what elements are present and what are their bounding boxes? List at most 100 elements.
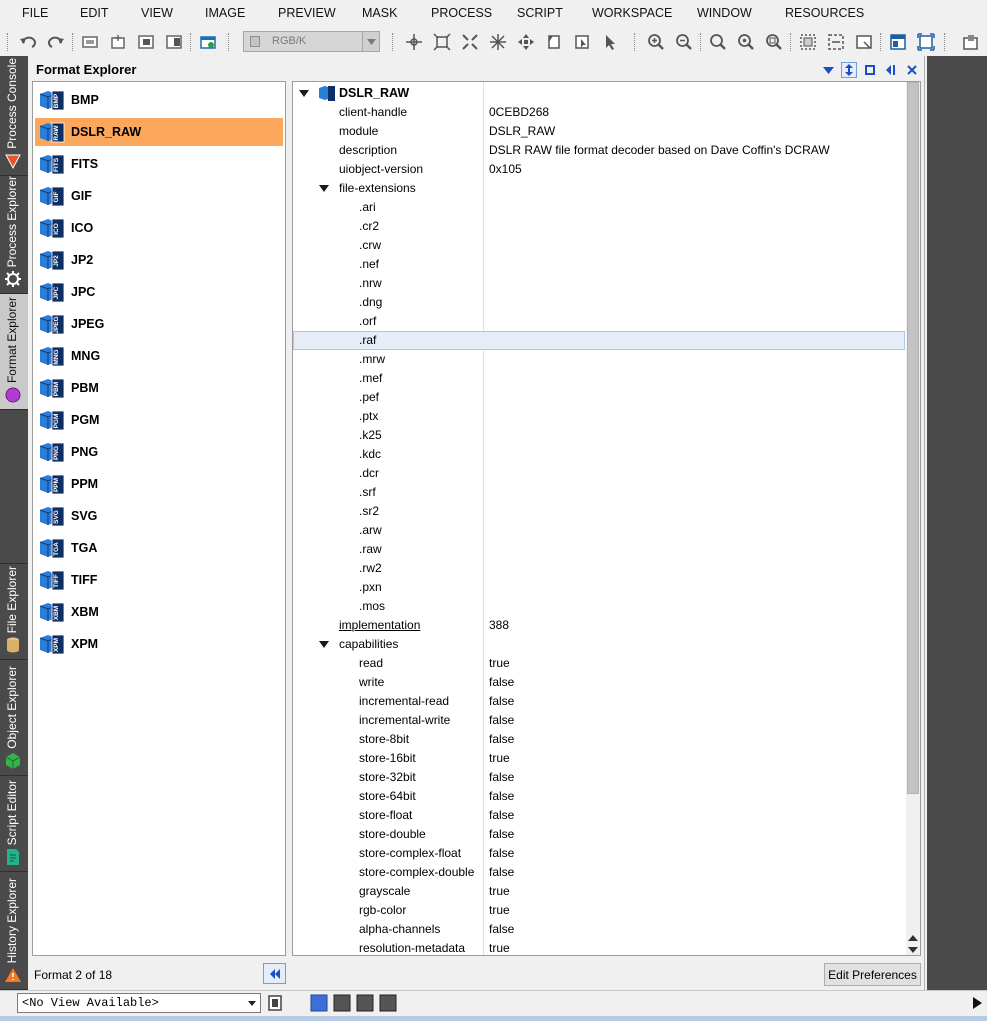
capability-row[interactable]: store-64bit false xyxy=(293,787,905,806)
new-window-icon[interactable] xyxy=(198,32,218,52)
shrink-view-icon[interactable] xyxy=(460,32,480,52)
capability-row[interactable]: rgb-color true xyxy=(293,901,905,920)
scroll-down-icon[interactable] xyxy=(908,947,918,953)
extension-row[interactable]: .dng xyxy=(293,293,905,312)
format-item[interactable]: JPEG JPEG xyxy=(35,310,283,338)
fit-view-icon[interactable] xyxy=(432,32,452,52)
capability-row[interactable]: alpha-channels false xyxy=(293,920,905,939)
image-paste-icon[interactable] xyxy=(164,32,184,52)
menu-preview[interactable]: PREVIEW xyxy=(278,6,336,20)
extension-row[interactable]: .dcr xyxy=(293,464,905,483)
format-item[interactable]: MNG MNG xyxy=(35,342,283,370)
extension-row[interactable]: .mrw xyxy=(293,350,905,369)
zoom-region-icon[interactable] xyxy=(764,32,784,52)
tab-script-editor[interactable]: Script Editor xyxy=(0,776,28,872)
extension-row[interactable]: .ptx xyxy=(293,407,905,426)
redo-icon[interactable] xyxy=(46,32,66,52)
window-layout-icon[interactable] xyxy=(888,32,908,52)
zoom-in-icon[interactable] xyxy=(646,32,666,52)
extension-row[interactable]: .raw xyxy=(293,540,905,559)
move-icon[interactable] xyxy=(516,32,536,52)
tab-file-explorer[interactable]: File Explorer xyxy=(0,564,28,660)
expand-arrow-icon[interactable] xyxy=(299,90,309,97)
maximize-window-icon[interactable] xyxy=(916,32,936,52)
menu-script[interactable]: SCRIPT xyxy=(517,6,563,20)
extension-row[interactable]: .kdc xyxy=(293,445,905,464)
tab-format-explorer[interactable]: Format Explorer xyxy=(0,294,28,410)
extension-row[interactable]: .nef xyxy=(293,255,905,274)
format-item[interactable]: TGA TGA xyxy=(35,534,283,562)
format-item[interactable]: PBM PBM xyxy=(35,374,283,402)
tree-group-row[interactable]: capabilities xyxy=(293,635,905,654)
tab-process-console[interactable]: Process Console xyxy=(0,56,28,176)
crop-icon[interactable] xyxy=(544,32,564,52)
zoom-one-to-one-icon[interactable] xyxy=(736,32,756,52)
capability-row[interactable]: store-double false xyxy=(293,825,905,844)
scrollbar-thumb[interactable] xyxy=(907,82,919,794)
extension-row[interactable]: .rw2 xyxy=(293,559,905,578)
format-item[interactable]: SVG SVG xyxy=(35,502,283,530)
capability-row[interactable]: store-16bit true xyxy=(293,749,905,768)
zoom-out-icon[interactable] xyxy=(674,32,694,52)
extension-row[interactable]: .pxn xyxy=(293,578,905,597)
select-dashed-icon[interactable] xyxy=(826,32,846,52)
capability-row[interactable]: grayscale true xyxy=(293,882,905,901)
collapse-list-button[interactable] xyxy=(263,963,286,984)
capability-row[interactable]: write false xyxy=(293,673,905,692)
extension-row[interactable]: .orf xyxy=(293,312,905,331)
play-triangle-icon[interactable] xyxy=(968,994,986,1012)
tab-process-explorer[interactable]: Process Explorer xyxy=(0,176,28,294)
workspace-4-icon[interactable] xyxy=(379,994,397,1012)
format-item[interactable]: JP2 JP2 xyxy=(35,246,283,274)
extension-row[interactable]: .k25 xyxy=(293,426,905,445)
format-item[interactable]: TIFF TIFF xyxy=(35,566,283,594)
image-copy-icon[interactable] xyxy=(136,32,156,52)
menu-process[interactable]: PROCESS xyxy=(431,6,492,20)
menu-image[interactable]: IMAGE xyxy=(205,6,245,20)
readout-icon[interactable] xyxy=(572,32,592,52)
capability-row[interactable]: store-float false xyxy=(293,806,905,825)
pointer-icon[interactable] xyxy=(600,32,620,52)
format-item[interactable]: RAW DSLR_RAW xyxy=(35,118,283,146)
view-select[interactable]: <No View Available> xyxy=(17,993,261,1013)
menu-window[interactable]: WINDOW xyxy=(697,6,752,20)
select-region-icon[interactable] xyxy=(798,32,818,52)
expand-arrow-icon[interactable] xyxy=(319,185,329,192)
scroll-up-icon[interactable] xyxy=(908,935,918,941)
menu-edit[interactable]: EDIT xyxy=(80,6,108,20)
color-space-select[interactable]: RGB/K xyxy=(243,31,380,52)
menu-workspace[interactable]: WORKSPACE xyxy=(592,6,672,20)
chevron-down-icon[interactable] xyxy=(820,62,836,78)
format-item[interactable]: XPM XPM xyxy=(35,630,283,658)
undo-icon[interactable] xyxy=(18,32,38,52)
format-item[interactable]: XBM XBM xyxy=(35,598,283,626)
property-row[interactable]: description DSLR RAW file format decoder … xyxy=(293,141,905,160)
format-item[interactable]: ICO ICO xyxy=(35,214,283,242)
menu-resources[interactable]: RESOURCES xyxy=(785,6,864,20)
image-duplicate-icon[interactable] xyxy=(80,32,100,52)
tab-history-explorer[interactable]: History Explorer xyxy=(0,872,28,990)
capability-row[interactable]: store-complex-double false xyxy=(293,863,905,882)
extension-row[interactable]: .srf xyxy=(293,483,905,502)
vertical-scrollbar[interactable] xyxy=(906,82,920,955)
pan-cross-icon[interactable] xyxy=(404,32,424,52)
workspace-3-icon[interactable] xyxy=(356,994,374,1012)
extension-row[interactable]: .pef xyxy=(293,388,905,407)
new-view-icon[interactable] xyxy=(266,994,284,1012)
property-row[interactable]: module DSLR_RAW xyxy=(293,122,905,141)
format-item[interactable]: PGM PGM xyxy=(35,406,283,434)
float-window-icon[interactable] xyxy=(862,62,878,78)
property-tree[interactable]: DSLR_RAW client-handle 0CEBD268 module DSLR_… xyxy=(292,81,921,956)
edit-preferences-button[interactable]: Edit Preferences xyxy=(824,963,921,986)
expand-arrow-icon[interactable] xyxy=(319,641,329,648)
workspace-2-icon[interactable] xyxy=(333,994,351,1012)
extension-row[interactable]: .arw xyxy=(293,521,905,540)
capability-row[interactable]: store-complex-float false xyxy=(293,844,905,863)
menu-view[interactable]: VIEW xyxy=(141,6,173,20)
format-item[interactable]: PNG PNG xyxy=(35,438,283,466)
resize-vertical-icon[interactable] xyxy=(841,62,857,78)
collapse-left-icon[interactable] xyxy=(883,62,899,78)
extension-row[interactable]: .nrw xyxy=(293,274,905,293)
property-row[interactable]: uiobject-version 0x105 xyxy=(293,160,905,179)
extension-row[interactable]: .crw xyxy=(293,236,905,255)
